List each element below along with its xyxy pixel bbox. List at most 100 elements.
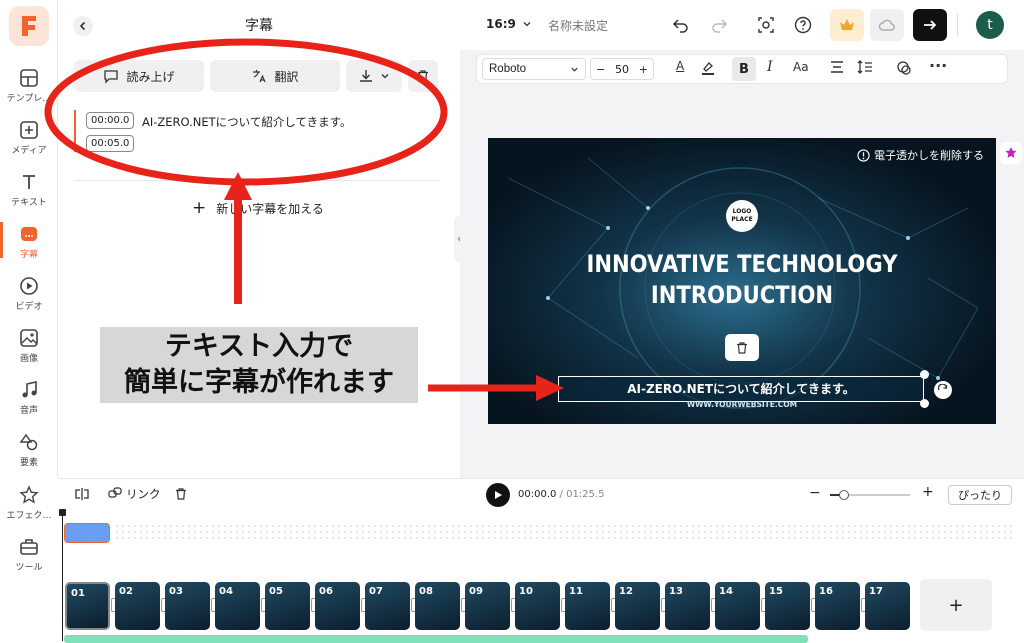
video-canvas[interactable]: 電子透かしを削除する LOGO PLACE INNOVATIVE TECHNOL… [488, 138, 996, 424]
sparkle-icon [1005, 147, 1017, 158]
slide-thumbnail[interactable]: 06 [315, 582, 360, 630]
trash-icon[interactable] [174, 487, 188, 501]
delete-element-button[interactable] [725, 334, 759, 361]
subtitle-track[interactable] [114, 523, 1014, 543]
slide-thumbnail[interactable]: 16 [815, 582, 860, 630]
sidebar-item-audio[interactable]: 音声 [0, 374, 58, 422]
zoom-slider-thumb[interactable] [839, 490, 849, 500]
text-case-icon[interactable]: Aa [793, 60, 809, 74]
split-icon[interactable] [74, 487, 90, 501]
translate-button[interactable]: 翻訳 [210, 60, 340, 92]
subtitle-clip[interactable] [64, 523, 110, 543]
playhead-handle[interactable] [59, 509, 66, 516]
subtitle-text-field[interactable]: AI-ZERO.NETについて紹介してきます。 [142, 114, 352, 130]
delete-all-button[interactable] [408, 60, 438, 92]
play-icon [495, 491, 502, 499]
sidebar-item-subtitles[interactable]: 字幕 [0, 218, 58, 266]
highlight-icon[interactable] [700, 60, 716, 76]
slide-thumbnail[interactable]: 09 [465, 582, 510, 630]
align-icon[interactable] [830, 61, 844, 73]
link-button[interactable]: リンク [108, 486, 161, 502]
chevron-down-icon [523, 22, 531, 27]
chevron-down-icon [381, 74, 389, 79]
slide-thumbnail[interactable]: 07 [365, 582, 410, 630]
slide-thumbnail[interactable]: 04 [215, 582, 260, 630]
slide-thumbnail[interactable]: 14 [715, 582, 760, 630]
plus-icon: + [192, 198, 207, 218]
zoom-in-icon[interactable]: + [922, 484, 934, 500]
add-subtitle-button[interactable]: + 新しい字幕を加える [192, 198, 324, 218]
increase-icon[interactable]: + [639, 63, 648, 76]
slide-thumbnail[interactable]: 01 [65, 582, 110, 630]
add-slide-button[interactable]: + [920, 579, 992, 631]
assistant-button[interactable] [1000, 142, 1022, 164]
sidebar-item-tools[interactable]: ツール [0, 530, 58, 580]
sidebar-item-media[interactable]: メディア [0, 114, 58, 162]
resize-handle[interactable] [920, 370, 929, 379]
website-text[interactable]: WWW.YOURWEBSITE.COM [488, 400, 996, 409]
font-size-stepper[interactable]: − 50 + [590, 58, 654, 80]
bold-icon[interactable]: B [732, 57, 756, 81]
aspect-ratio-value: 16:9 [486, 17, 516, 31]
slide-number: 14 [719, 586, 733, 597]
slide-thumbnail[interactable]: 02 [115, 582, 160, 630]
premium-button[interactable] [830, 9, 864, 41]
read-aloud-button[interactable]: 読み上げ [74, 60, 204, 92]
line-spacing-icon[interactable] [857, 60, 873, 74]
redo-icon[interactable] [710, 17, 728, 33]
chevron-down-icon [571, 67, 578, 72]
slide-thumbnail[interactable]: 15 [765, 582, 810, 630]
slide-thumbnail[interactable]: 05 [265, 582, 310, 630]
text-color-icon[interactable]: A [676, 59, 684, 73]
font-size-value: 50 [615, 62, 629, 76]
sidebar-item-text[interactable]: テキスト [0, 166, 58, 214]
cloud-icon [878, 19, 895, 31]
sidebar-item-templates[interactable]: テンプレ… [0, 62, 58, 110]
slide-thumbnail[interactable]: 11 [565, 582, 610, 630]
sidebar-item-elements[interactable]: 要素 [0, 426, 58, 474]
avatar[interactable]: t [976, 11, 1004, 39]
slide-thumbnail[interactable]: 12 [615, 582, 660, 630]
play-button[interactable] [486, 483, 510, 507]
more-options-icon[interactable]: ··· [929, 56, 947, 75]
italic-icon[interactable]: I [767, 59, 773, 75]
zoom-out-icon[interactable]: − [809, 485, 821, 501]
help-icon[interactable] [794, 16, 812, 34]
logo-placeholder[interactable]: LOGO PLACE [726, 200, 758, 232]
toolbox-icon [20, 539, 38, 555]
translate-icon [253, 70, 267, 83]
headline-line1[interactable]: INNOVATIVE TECHNOLOGY [518, 250, 965, 278]
app-logo[interactable] [9, 6, 49, 46]
rotate-handle[interactable] [934, 381, 952, 399]
subtitle-end-time[interactable]: 00:05.0 [86, 135, 135, 152]
project-name-input[interactable]: 名称未設定 [548, 17, 608, 34]
undo-icon[interactable] [672, 17, 690, 33]
slide-number: 03 [169, 586, 183, 597]
slide-thumbnail[interactable]: 03 [165, 582, 210, 630]
playhead-line[interactable] [62, 511, 63, 641]
cloud-save-button[interactable] [870, 9, 904, 41]
font-family-select[interactable]: Roboto [482, 58, 586, 80]
headline-line2[interactable]: INTRODUCTION [518, 281, 965, 309]
fit-button[interactable]: ぴったり [948, 485, 1012, 505]
divider [957, 14, 958, 36]
crown-icon [840, 19, 854, 30]
aspect-ratio-select[interactable]: 16:9 [486, 17, 532, 31]
slide-thumbnail[interactable]: 08 [415, 582, 460, 630]
export-button[interactable] [913, 9, 947, 41]
decrease-icon[interactable]: − [596, 63, 605, 76]
slide-thumbnail[interactable]: 17 [865, 582, 910, 630]
slide-thumbnail[interactable]: 10 [515, 582, 560, 630]
top-bar: 16:9 名称未設定 t [460, 0, 1024, 50]
sidebar-item-image[interactable]: 画像 [0, 322, 58, 370]
time-display: 00:00.0 / 01:25.5 [518, 489, 604, 500]
sidebar-item-label: 画像 [19, 354, 38, 364]
sidebar-item-effects[interactable]: エフェク… [0, 478, 58, 528]
slide-thumbnail[interactable]: 13 [665, 582, 710, 630]
download-button[interactable] [346, 60, 402, 92]
preview-icon[interactable] [757, 16, 775, 34]
effects-icon[interactable] [896, 60, 912, 76]
sidebar-item-video[interactable]: ビデオ [0, 270, 58, 318]
remove-watermark-link[interactable]: 電子透かしを削除する [857, 147, 984, 163]
subtitle-start-time[interactable]: 00:00.0 [86, 112, 135, 129]
